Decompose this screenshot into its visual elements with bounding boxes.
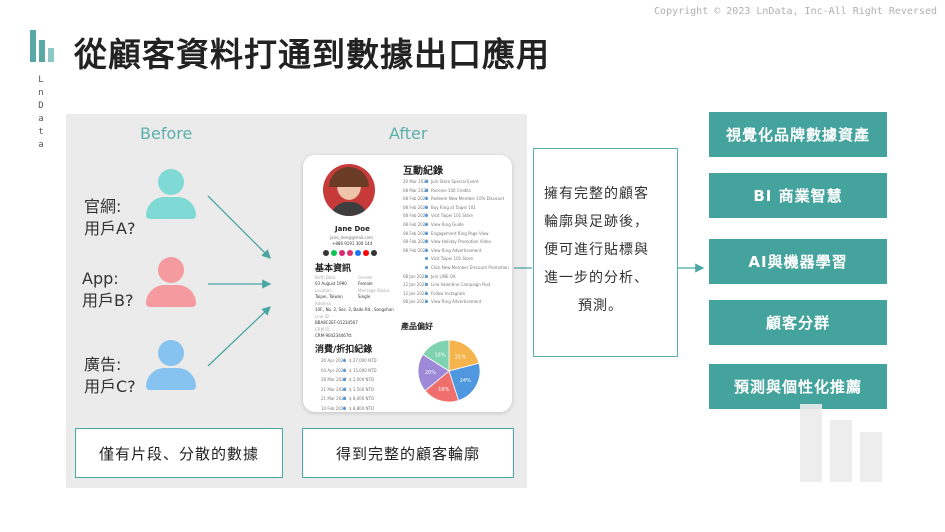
timeline-dot	[425, 291, 428, 295]
interaction-heading: 互動紀錄	[403, 166, 443, 177]
profile-phone: +886 9191 300 144	[332, 241, 373, 246]
consumption-heading: 消費/折扣紀錄	[315, 345, 373, 355]
timeline-dot	[425, 248, 428, 252]
timeline-dot	[425, 223, 428, 226]
preference-heading: 產品偏好	[401, 322, 433, 331]
output-brand-data-assets: 視覺化品牌數據資產	[709, 112, 887, 157]
timeline-dot	[343, 407, 346, 410]
interaction-event: View Ring Advertisement	[431, 299, 482, 305]
timeline-dot	[425, 180, 428, 183]
pie-slice-label: 21%	[455, 354, 466, 360]
interaction-event: Line Valentine Campaign Post	[431, 282, 491, 288]
profile-email: jane_doe@gmail.com	[330, 235, 373, 240]
interaction-event: Join Store Special Event	[431, 179, 479, 184]
interaction-event: Join LINE OA	[431, 273, 456, 279]
pie-slice-label: 20%	[425, 370, 436, 376]
pie-slice-label: 19%	[438, 387, 449, 393]
interaction-event: View Ring Advertisement	[431, 247, 482, 253]
timeline-dot	[425, 257, 428, 261]
purchase-amount: $ 27,000 NTD	[349, 358, 377, 363]
interaction-event: Click New Member Discount Promotion	[431, 265, 509, 270]
interaction-event: View Holiday Promotion Video	[431, 239, 491, 245]
purchase-amount: $ 15,000 NTD	[349, 367, 377, 373]
preference-pie-chart: 21% 24% 19% 20% 16%	[417, 339, 481, 403]
description-box: 擁有完整的顧客 輪廓與足跡後， 便可進行貼標與 進一步的分析、 預測。	[533, 148, 678, 357]
output-business-intelligence: BI 商業智慧	[709, 173, 887, 218]
interaction-event: Follow Instagram	[431, 290, 466, 296]
timeline-dot	[343, 359, 346, 362]
complete-profile-box: 得到完整的顧客輪廓	[302, 428, 514, 478]
watermark-logo	[800, 404, 884, 482]
interaction-event: Buy Ring at Taipei 101	[431, 204, 476, 210]
output-customer-segmentation: 顧客分群	[709, 300, 887, 345]
interaction-event: Visit Taipei 101 Store	[431, 256, 473, 262]
social-icons	[323, 250, 383, 257]
interaction-event: Visit Taipei 101 Store	[431, 213, 473, 219]
interaction-date: 08 Jan 2023	[403, 273, 427, 279]
purchase-amount: $ 2,000 NTD	[349, 377, 375, 383]
timeline-dot	[425, 283, 428, 287]
purchase-amount: $ 8,800 NTD	[349, 406, 375, 411]
customer-profile-card: Jane Doe jane_doe@gmail.com +886 9191 30…	[303, 155, 512, 412]
timeline-dot	[425, 300, 428, 304]
purchase-amount: $ 8,000 NTD	[349, 396, 375, 402]
interaction-event: Receive 100 Credits	[431, 187, 471, 193]
profile-name: Jane Doe	[335, 225, 370, 233]
timeline-dot	[425, 274, 428, 278]
timeline-dot	[425, 188, 428, 192]
timeline-dot	[343, 368, 346, 372]
interaction-event: View Ring Guide	[431, 222, 464, 227]
output-prediction-personalization: 預測與個性化推薦	[709, 364, 887, 409]
interaction-date: 12 Jan 2023	[403, 282, 427, 288]
fragmented-data-box: 僅有片段、分散的數據	[75, 428, 283, 478]
interaction-date: 12 Jan 2023	[403, 290, 427, 296]
output-ai-machine-learning: AI與機器學習	[709, 239, 887, 284]
basic-info-heading: 基本資訊	[315, 264, 352, 274]
timeline-dot	[425, 205, 428, 209]
avatar	[323, 164, 375, 216]
timeline-dot	[425, 266, 428, 269]
interaction-event: Redeem New Member 10% Discount	[431, 196, 505, 202]
interaction-event: Engagement Ring Page View	[431, 230, 489, 236]
timeline-dot	[425, 231, 428, 235]
purchase-amount: $ 3,500 NTD	[349, 386, 375, 392]
pie-slice-label: 24%	[460, 378, 471, 384]
timeline-dot	[343, 387, 346, 391]
interaction-date: 08 Jan 2023	[403, 299, 427, 305]
pie-slice-label: 16%	[434, 353, 445, 359]
